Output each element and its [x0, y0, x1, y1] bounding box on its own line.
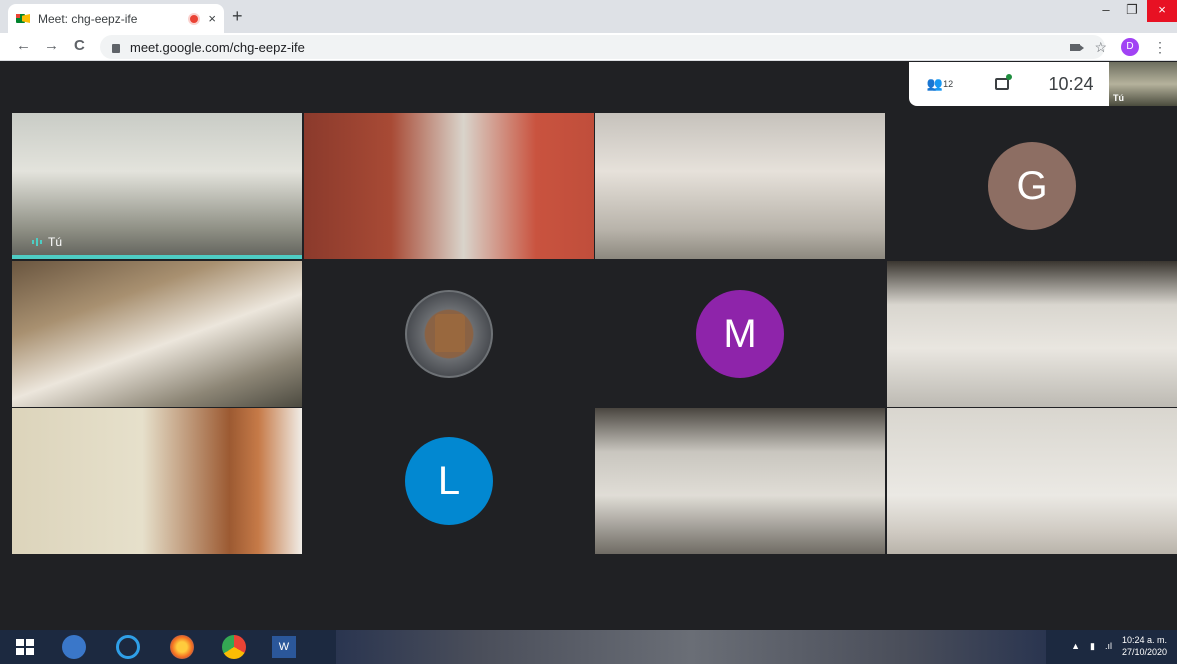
- signal-icon[interactable]: .ıl: [1105, 641, 1112, 651]
- meet-call-area: 👥 12 10:24 Tú Tú G M L: [0, 62, 1177, 630]
- internet-explorer-icon[interactable]: [116, 635, 140, 659]
- reload-button[interactable]: C: [74, 37, 85, 54]
- participant-tile[interactable]: [304, 113, 594, 259]
- window-close-button[interactable]: ×: [1147, 0, 1177, 22]
- participant-tile[interactable]: [12, 408, 302, 554]
- minimize-button[interactable]: –: [1093, 0, 1119, 22]
- taskbar-wallpaper-strip: [336, 630, 1046, 664]
- forward-button[interactable]: →: [44, 37, 59, 54]
- participant-tile[interactable]: [887, 408, 1177, 554]
- chat-button[interactable]: [971, 62, 1033, 106]
- back-button[interactable]: ←: [16, 37, 31, 54]
- restore-button[interactable]: ❐: [1119, 0, 1145, 22]
- profile-avatar[interactable]: D: [1121, 38, 1139, 56]
- school-logo-avatar: [405, 290, 493, 378]
- meet-icon: [16, 13, 30, 24]
- windows-taskbar: W ▲ ▮ .ıl 10:24 a. m. 27/10/2020: [0, 630, 1177, 664]
- participant-count: 12: [943, 79, 954, 89]
- participant-avatar: M: [696, 290, 784, 378]
- participant-tile[interactable]: [304, 261, 594, 407]
- participant-avatar: G: [988, 142, 1076, 230]
- audio-level-icon: [32, 238, 42, 246]
- tray-arrow-icon[interactable]: ▲: [1071, 641, 1080, 651]
- self-view-label: Tú: [1113, 93, 1124, 103]
- camera-icon[interactable]: [1070, 43, 1085, 51]
- windows-start-icon[interactable]: [16, 639, 34, 655]
- participants-button[interactable]: 👥 12: [909, 62, 971, 106]
- recording-icon: [190, 14, 199, 23]
- participant-tile[interactable]: [595, 113, 885, 259]
- firefox-icon[interactable]: [170, 635, 194, 659]
- network-icon[interactable]: ▮: [1090, 641, 1095, 652]
- system-tray: ▲ ▮ .ıl 10:24 a. m. 27/10/2020: [1071, 634, 1167, 658]
- meeting-clock: 10:24: [1048, 73, 1094, 94]
- math-input-icon[interactable]: [62, 635, 86, 659]
- participant-tile[interactable]: Tú: [12, 113, 302, 259]
- participant-tile[interactable]: L: [304, 408, 594, 554]
- call-info-panel: 👥 12 10:24: [909, 62, 1109, 106]
- address-bar[interactable]: meet.google.com/chg-eepz-ife: [100, 35, 1105, 59]
- participant-tile[interactable]: [887, 261, 1177, 407]
- people-icon: 👥: [926, 76, 944, 91]
- window-controls: – ❐ ×: [1093, 0, 1177, 22]
- participant-tile[interactable]: [595, 408, 885, 554]
- active-speaker-indicator: [12, 255, 302, 259]
- new-tab-button[interactable]: +: [232, 6, 243, 27]
- participant-avatar: L: [405, 437, 493, 525]
- participant-tile[interactable]: G: [887, 113, 1177, 259]
- chrome-icon[interactable]: [222, 635, 246, 659]
- word-icon[interactable]: W: [272, 636, 296, 658]
- chat-notification-dot: [1006, 74, 1012, 80]
- tile-name: Tú: [32, 235, 62, 249]
- bookmark-star-icon[interactable]: ☆: [1094, 39, 1107, 56]
- toolbar-icons: ☆ D ⋮: [1070, 38, 1167, 56]
- self-view-thumbnail[interactable]: Tú: [1109, 62, 1177, 106]
- tab-meet[interactable]: Meet: chg-eepz-ife ×: [8, 4, 224, 33]
- browser-toolbar: ← → C meet.google.com/chg-eepz-ife ☆ D ⋮: [0, 33, 1177, 61]
- tab-close-button[interactable]: ×: [208, 11, 216, 26]
- lock-icon: [112, 43, 120, 53]
- menu-icon[interactable]: ⋮: [1153, 39, 1167, 56]
- participant-tile[interactable]: [12, 261, 302, 407]
- tab-title: Meet: chg-eepz-ife: [38, 11, 138, 26]
- chat-icon: [995, 78, 1009, 90]
- tray-clock[interactable]: 10:24 a. m. 27/10/2020: [1122, 634, 1167, 658]
- browser-tab-strip: Meet: chg-eepz-ife × + – ❐ ×: [0, 0, 1177, 33]
- url-text: meet.google.com/chg-eepz-ife: [130, 39, 305, 55]
- participant-tile[interactable]: M: [595, 261, 885, 407]
